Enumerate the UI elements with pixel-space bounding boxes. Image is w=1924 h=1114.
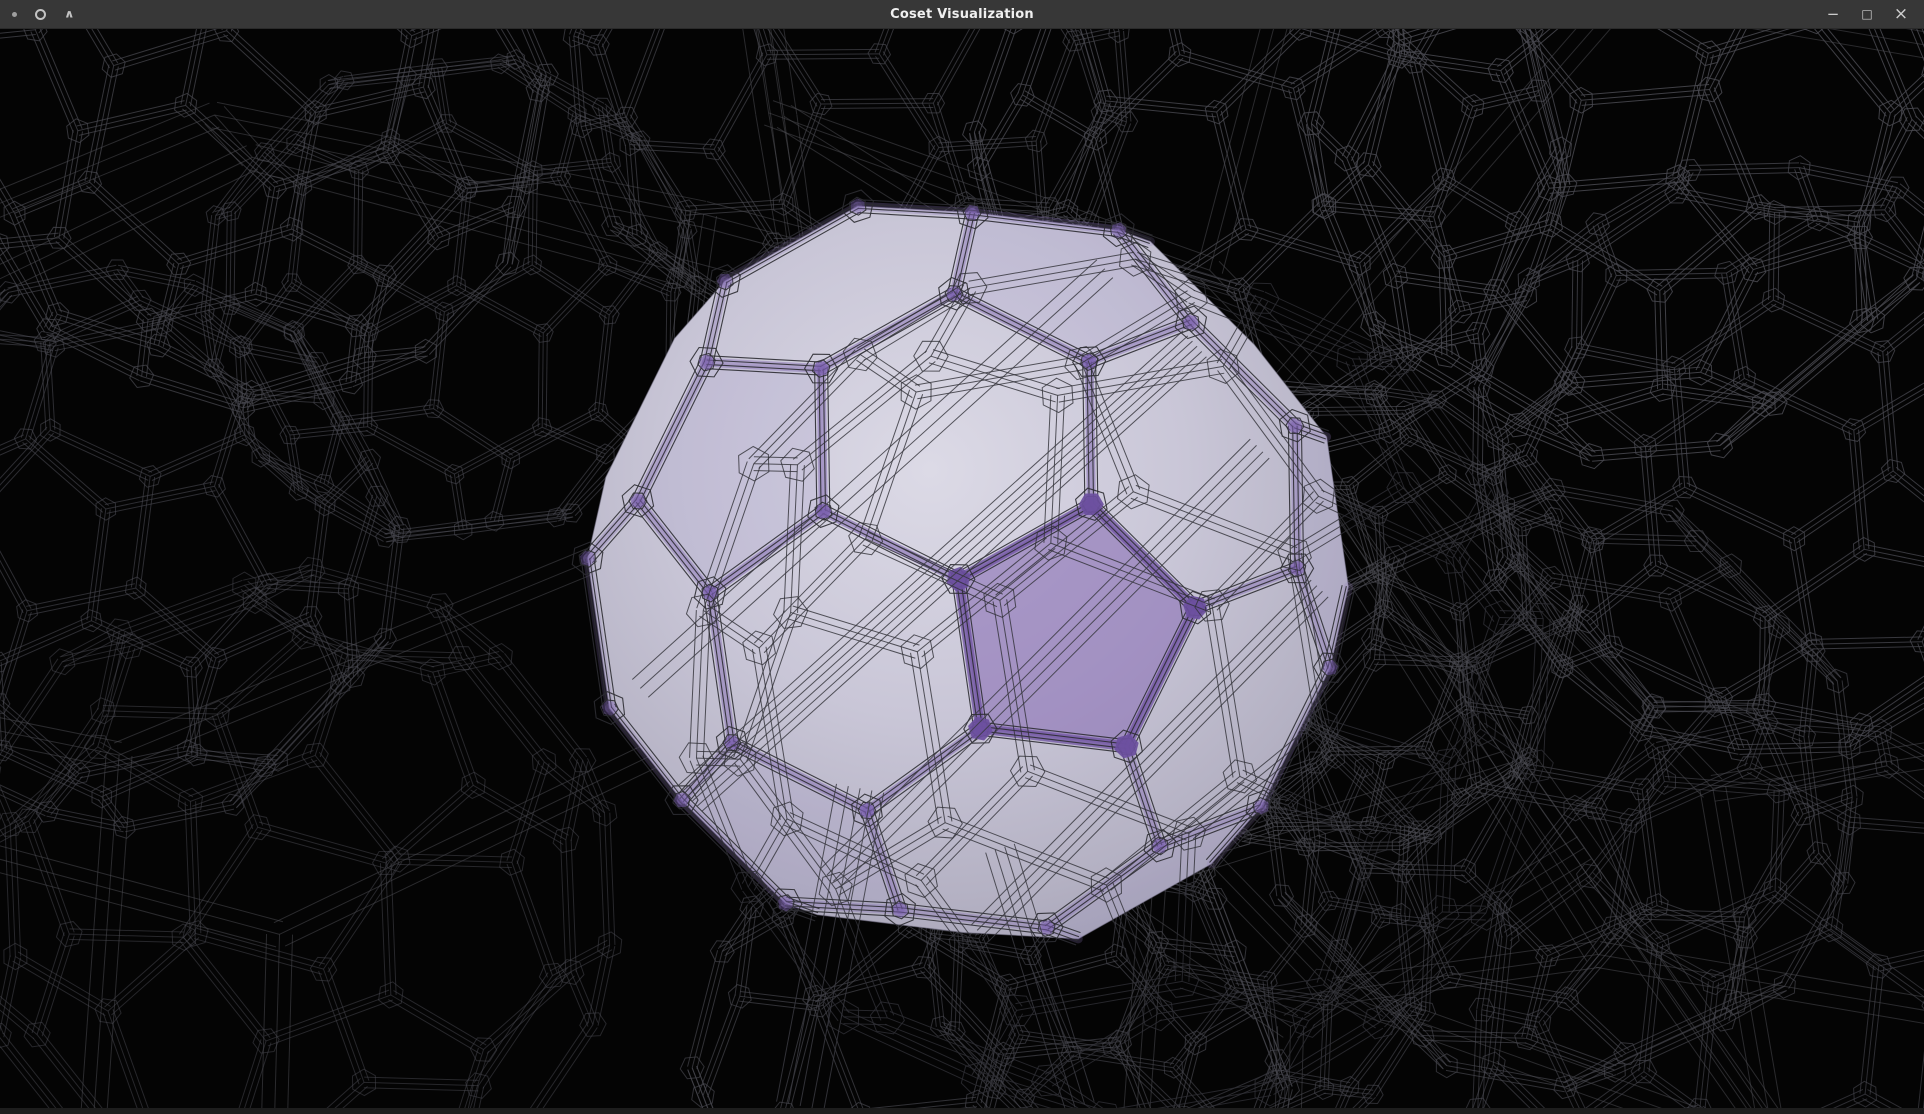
close-button[interactable]: × <box>1888 2 1914 26</box>
status-dot-icon[interactable] <box>12 12 17 17</box>
maximize-button[interactable]: □ <box>1854 2 1880 26</box>
window-controls: − □ × <box>1820 2 1924 26</box>
titlebar-left-icons: ∧ <box>0 8 75 21</box>
app-window: ∧ Coset Visualization − □ × <box>0 0 1924 1114</box>
window-resize-edge[interactable] <box>0 1108 1924 1114</box>
viewport-3d[interactable] <box>0 29 1924 1108</box>
titlebar[interactable]: ∧ Coset Visualization − □ × <box>0 0 1924 29</box>
expand-up-icon[interactable]: ∧ <box>64 8 75 19</box>
record-circle-icon[interactable] <box>35 9 46 20</box>
minimize-button[interactable]: − <box>1820 2 1846 26</box>
window-title: Coset Visualization <box>0 7 1924 22</box>
